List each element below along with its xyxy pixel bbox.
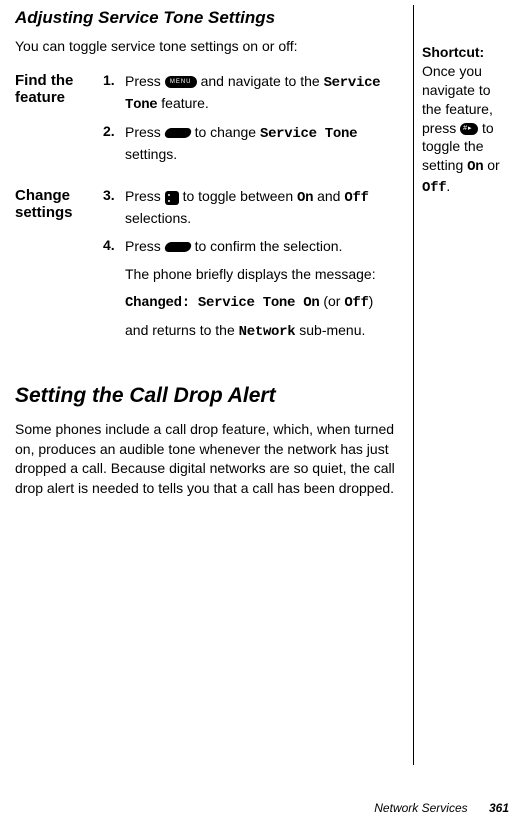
step-3-num: 3.: [103, 187, 125, 228]
heading-call-drop: Setting the Call Drop Alert: [15, 384, 398, 408]
step-row-find: Find the feature 1. Press MENU and navig…: [15, 72, 398, 172]
step-4: 4. Press to confirm the selection.: [103, 237, 398, 257]
page: Adjusting Service Tone Settings You can …: [0, 0, 524, 830]
footer-section: Network Services: [374, 801, 467, 815]
footer-page-number: 361: [489, 801, 509, 815]
shortcut-content: Shortcut: Once you navigate to the featu…: [422, 43, 509, 198]
step-3: 3. Press to toggle between On and Off se…: [103, 187, 398, 228]
followup-2: Changed: Service Tone On (or Off): [125, 291, 398, 314]
content-wrapper: Adjusting Service Tone Settings You can …: [15, 8, 509, 768]
intro-text: You can toggle service tone settings on …: [15, 38, 398, 54]
step-1: 1. Press MENU and navigate to the Servic…: [103, 72, 398, 115]
main-column: Adjusting Service Tone Settings You can …: [15, 8, 413, 768]
step-1-num: 1.: [103, 72, 125, 115]
step-4-num: 4.: [103, 237, 125, 257]
shortcut-column: Shortcut: Once you navigate to the featu…: [414, 8, 509, 768]
step-3-text: Press to toggle between On and Off selec…: [125, 187, 398, 228]
call-drop-paragraph: Some phones include a call drop feature,…: [15, 420, 398, 498]
change-settings-label: Change settings: [15, 187, 103, 349]
step-row-change: Change settings 3. Press to toggle betwe…: [15, 187, 398, 349]
find-feature-label: Find the feature: [15, 72, 103, 172]
followup-1: The phone briefly displays the message:: [125, 264, 398, 285]
soft-button-icon: [163, 242, 192, 252]
followup-3: and returns to the Network sub-menu.: [125, 320, 398, 343]
heading-adjusting: Adjusting Service Tone Settings: [15, 8, 398, 28]
menu-button-icon: MENU: [165, 76, 197, 88]
steps-table: Find the feature 1. Press MENU and navig…: [15, 72, 398, 349]
step-2-num: 2.: [103, 123, 125, 164]
step-4-text: Press to confirm the selection.: [125, 237, 398, 257]
scroll-button-icon: [165, 191, 179, 205]
page-footer: Network Services 361: [374, 801, 509, 815]
step-2: 2. Press to change Service Tone settings…: [103, 123, 398, 164]
change-settings-content: 3. Press to toggle between On and Off se…: [103, 187, 398, 349]
shortcut-heading: Shortcut:: [422, 44, 484, 60]
step-1-text: Press MENU and navigate to the Service T…: [125, 72, 398, 115]
soft-button-icon: [163, 128, 192, 138]
step-2-text: Press to change Service Tone settings.: [125, 123, 398, 164]
hash-button-icon: [460, 123, 478, 135]
find-feature-content: 1. Press MENU and navigate to the Servic…: [103, 72, 398, 172]
